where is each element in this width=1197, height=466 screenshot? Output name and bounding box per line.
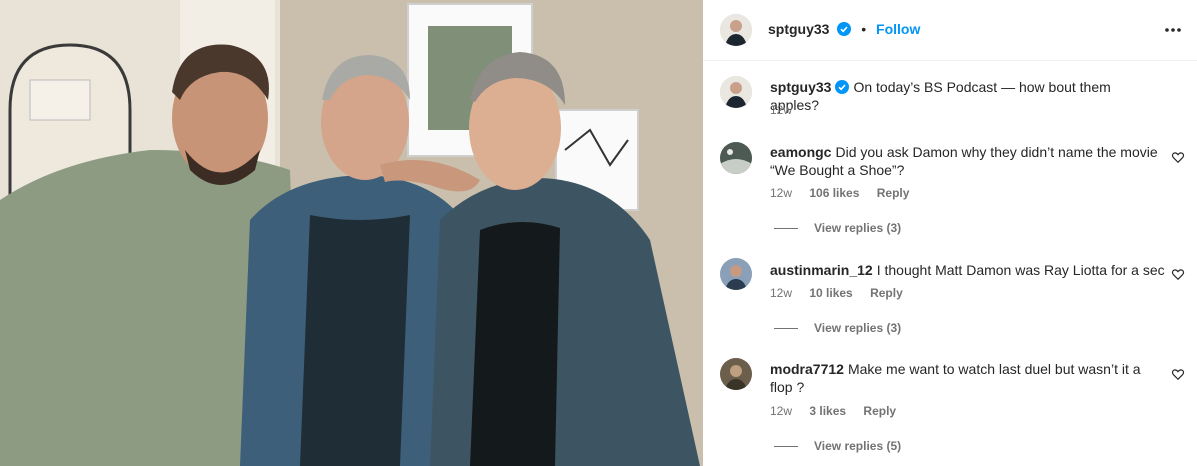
more-options-icon[interactable]	[1163, 20, 1183, 40]
view-replies-button[interactable]: View replies (5)	[774, 439, 901, 453]
heart-icon[interactable]	[1171, 150, 1185, 164]
reply-button[interactable]: Reply	[870, 286, 903, 300]
post-header: sptguy33 • Follow	[703, 0, 1197, 61]
avatar-image	[720, 14, 752, 46]
comment-age: 12w	[770, 186, 793, 200]
verified-badge-icon	[835, 80, 850, 94]
author-avatar[interactable]	[720, 14, 752, 46]
comment-age: 12w	[770, 404, 793, 418]
reply-button[interactable]: Reply	[863, 404, 896, 418]
reply-button[interactable]: Reply	[877, 186, 910, 200]
follow-button[interactable]: Follow	[876, 21, 920, 37]
replies-line	[774, 328, 798, 330]
replies-line	[774, 446, 798, 448]
commenter-avatar[interactable]	[720, 358, 752, 390]
heart-icon[interactable]	[1171, 367, 1185, 381]
comment-text: I thought Matt Damon was Ray Liotta for …	[876, 262, 1165, 278]
commenter-username[interactable]: eamongc	[770, 144, 831, 160]
caption-username[interactable]: sptguy33	[770, 79, 831, 95]
comment-item: eamongc Did you ask Damon why they didn’t…	[703, 130, 1197, 240]
avatar-image	[720, 142, 752, 174]
caption: sptguy33 On today’s BS Podcast — how bou…	[703, 60, 1197, 130]
view-replies-label: View replies (3)	[814, 321, 902, 335]
caption-avatar[interactable]	[720, 76, 752, 108]
comment-likes[interactable]: 3 likes	[809, 404, 846, 418]
caption-age: 12w	[770, 103, 793, 117]
commenter-avatar[interactable]	[720, 258, 752, 290]
separator-dot: •	[861, 21, 867, 37]
commenter-username[interactable]: modra7712	[770, 361, 844, 377]
avatar-image	[720, 358, 752, 390]
comment-age: 12w	[770, 286, 793, 300]
heart-icon[interactable]	[1171, 267, 1185, 281]
view-replies-label: View replies (5)	[814, 439, 902, 453]
commenter-avatar[interactable]	[720, 142, 752, 174]
comment-likes[interactable]: 10 likes	[809, 286, 852, 300]
comments-panel: sptguy33 • Follow sptguy33 On today’s BS…	[703, 0, 1197, 466]
avatar-image	[720, 76, 752, 108]
view-replies-label: View replies (3)	[814, 221, 902, 235]
author-username[interactable]: sptguy33	[768, 21, 829, 37]
comment-item: modra7712 Make me want to watch last duel…	[703, 340, 1197, 466]
replies-line	[774, 228, 798, 230]
comment-item: austinmarin_12 I thought Matt Damon was R…	[703, 240, 1197, 340]
commenter-username[interactable]: austinmarin_12	[770, 262, 873, 278]
avatar-image	[720, 258, 752, 290]
post-image	[0, 0, 703, 466]
view-replies-button[interactable]: View replies (3)	[774, 221, 901, 235]
verified-badge-icon	[837, 22, 852, 36]
comment-likes[interactable]: 106 likes	[809, 186, 859, 200]
view-replies-button[interactable]: View replies (3)	[774, 321, 901, 335]
post-photo[interactable]	[0, 0, 703, 466]
